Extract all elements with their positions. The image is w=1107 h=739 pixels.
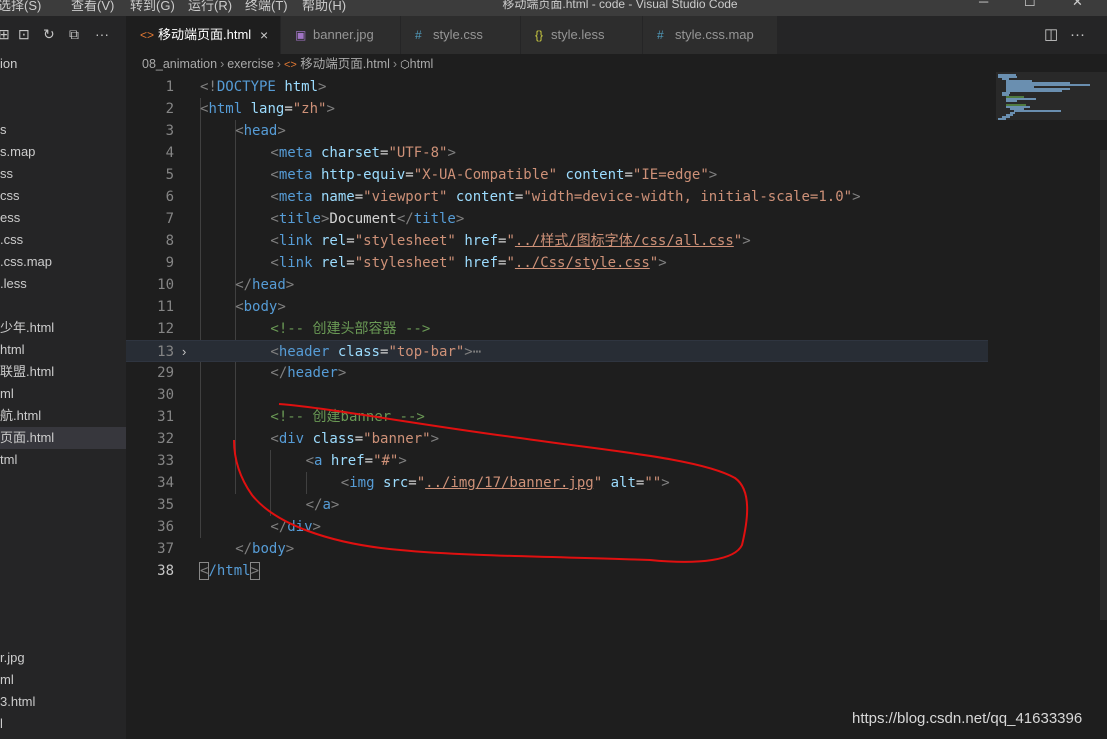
red-annotation-circle	[233, 403, 749, 563]
watermark: https://blog.csdn.net/qq_41633396	[852, 710, 1083, 727]
